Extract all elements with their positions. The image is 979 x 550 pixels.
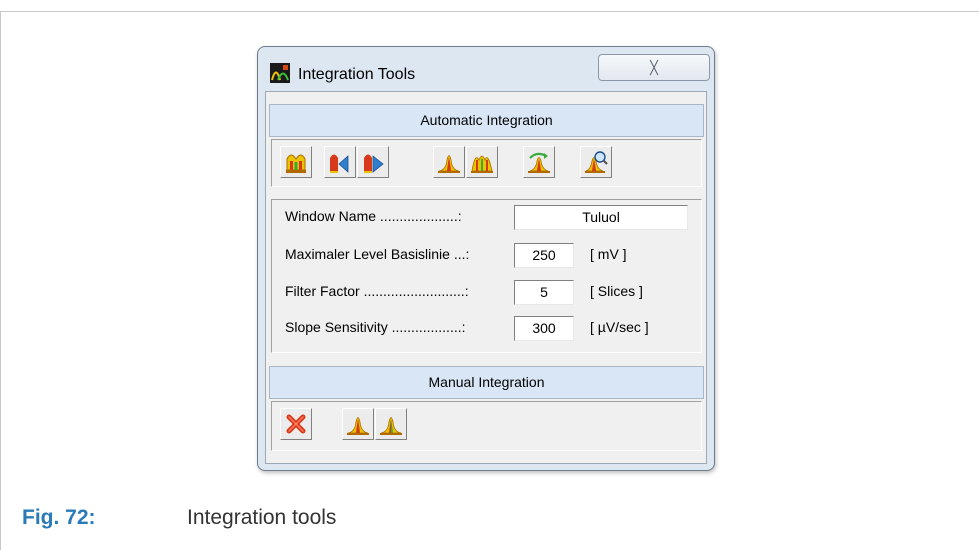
window-name-input[interactable]: Tuluol [514,205,688,230]
slope-sensitivity-input[interactable]: 300 [514,316,574,341]
window-title: Integration Tools [298,66,416,83]
zoom-peak-button[interactable] [580,146,612,178]
single-peak-button[interactable] [433,146,465,178]
integration-tools-window: Integration Tools ╳ Automatic Integratio… [257,46,715,471]
integration-tools-app-icon [270,63,290,83]
figure-frame-top [0,11,979,12]
max-level-input[interactable]: 250 [514,243,574,268]
figure-frame-left [0,11,1,550]
delete-peak-button[interactable] [280,408,312,440]
previous-peak-button[interactable] [324,146,356,178]
max-level-label: Maximaler Level Basislinie ...: [285,246,470,262]
close-button[interactable]: ╳ [598,54,710,81]
filter-factor-input[interactable]: 5 [514,280,574,305]
slope-sensitivity-unit: [ µV/sec ] [590,319,649,335]
split-peak-button[interactable] [375,408,407,440]
delete-peak-icon [286,414,306,434]
split-peak-icon [380,417,402,435]
auto-integrate-icon [286,154,306,173]
slope-sensitivity-label: Slope Sensitivity ..................: [285,319,466,335]
baseline-peak-icon [528,152,550,173]
next-peak-button[interactable] [357,146,389,178]
automatic-integration-toolbar [271,139,702,187]
automatic-integration-header: Automatic Integration [269,104,704,137]
zoom-peak-icon [585,151,608,173]
max-level-unit: [ mV ] [590,246,627,262]
baseline-peak-button[interactable] [523,146,555,178]
auto-integrate-button[interactable] [280,146,312,178]
single-peak-icon [438,155,460,173]
close-icon: ╳ [650,60,658,75]
filter-factor-label: Filter Factor ..........................… [285,283,469,299]
figure-caption-text: Integration tools [187,506,337,529]
title-bar[interactable]: Integration Tools ╳ [258,47,714,93]
manual-integration-header: Manual Integration [269,366,704,399]
manual-peak-button[interactable] [342,408,374,440]
multi-peak-button[interactable] [466,146,498,178]
manual-integration-toolbar [271,401,702,451]
previous-peak-icon [330,154,349,173]
filter-factor-unit: [ Slices ] [590,283,643,299]
window-name-label: Window Name ....................: [285,208,462,224]
multi-peak-icon [471,155,493,173]
manual-peak-icon [347,417,369,435]
figure-caption-label: Fig. 72: [22,506,96,529]
next-peak-icon [364,154,384,173]
